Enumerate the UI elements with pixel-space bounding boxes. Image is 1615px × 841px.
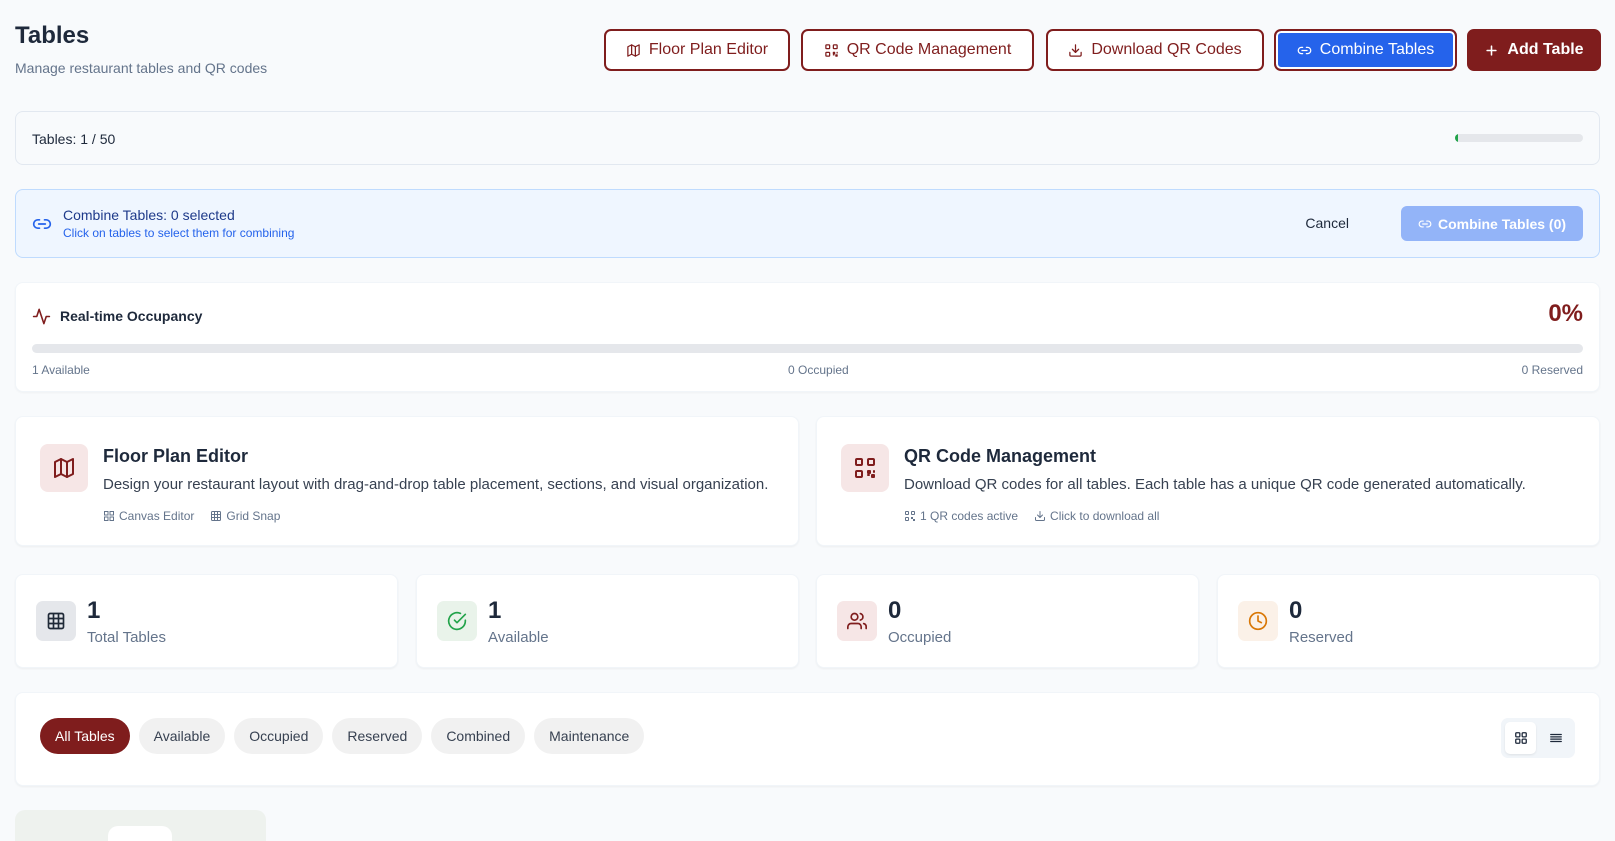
stat-available-value: 1	[488, 597, 502, 624]
floor-plan-editor-button[interactable]: Floor Plan Editor	[604, 29, 790, 71]
download-icon	[1035, 511, 1046, 521]
grid-view-icon	[1514, 732, 1527, 744]
list-view-icon	[1549, 733, 1562, 743]
stat-occupied-label: Occupied	[888, 629, 952, 646]
stat-total-icon-box	[36, 601, 76, 641]
occupancy-occupied: 0 Occupied	[788, 363, 849, 377]
qr-code-icon	[824, 43, 838, 57]
stat-available: 1 Available	[416, 574, 799, 668]
occupancy-available: 1 Available	[32, 363, 90, 377]
floor-plan-title: Floor Plan Editor	[103, 446, 249, 466]
stat-occupied-icon-box	[837, 601, 877, 641]
table-count-progress-fill	[1455, 134, 1458, 142]
users-icon	[847, 612, 867, 630]
filter-available[interactable]: Available	[138, 718, 226, 754]
download-icon	[1069, 43, 1083, 57]
table-card[interactable]	[15, 810, 266, 841]
table-grid-icon	[47, 612, 65, 630]
table-count-progress	[1455, 134, 1583, 142]
stat-occupied-value: 0	[888, 597, 902, 624]
combine-banner-title: Combine Tables: 0 selected	[63, 207, 235, 223]
stat-available-icon-box	[437, 601, 477, 641]
qr-tags: 1 QR codes active Click to download all	[904, 509, 1159, 523]
grid-view-button[interactable]	[1505, 722, 1536, 754]
canvas-editor-label: Canvas Editor	[119, 509, 195, 523]
qr-title: QR Code Management	[904, 446, 1097, 466]
qr-active-label: 1 QR codes active	[920, 509, 1019, 523]
filter-reserved[interactable]: Reserved	[332, 718, 423, 754]
filter-combined[interactable]: Combined	[431, 718, 526, 754]
floor-plan-icon-box	[40, 444, 88, 492]
occupancy-card: Real-time Occupancy 0% 1 Available 0 Occ…	[15, 282, 1600, 392]
grid-icon	[211, 511, 222, 521]
qr-code-management-button[interactable]: QR Code Management	[801, 29, 1034, 71]
floor-plan-editor-card[interactable]: Floor Plan Editor Design your restaurant…	[15, 416, 799, 546]
qr-icon-box	[841, 444, 889, 492]
confirm-combine-button[interactable]: Combine Tables (0)	[1401, 206, 1583, 241]
occupancy-percent: 0%	[1548, 300, 1583, 327]
floor-plan-description: Design your restaurant layout with drag-…	[103, 476, 769, 493]
cancel-combine-button[interactable]: Cancel	[1305, 215, 1349, 231]
table-filter-bar: All Tables Available Occupied Reserved C…	[15, 692, 1600, 786]
map-icon	[627, 43, 640, 57]
stat-occupied: 0 Occupied	[816, 574, 1199, 668]
qr-code-management-label: QR Code Management	[846, 41, 1012, 58]
filter-maintenance[interactable]: Maintenance	[534, 718, 645, 754]
stat-reserved-label: Reserved	[1289, 629, 1354, 646]
status-filter-tabs: All Tables Available Occupied Reserved C…	[40, 718, 645, 754]
link-icon	[1418, 220, 1432, 227]
table-count-text: Tables: 1 / 50	[32, 131, 116, 147]
stat-total-value: 1	[87, 597, 101, 624]
page-subtitle: Manage restaurant tables and QR codes	[15, 60, 268, 76]
list-view-button[interactable]	[1540, 722, 1571, 754]
confirm-combine-label: Combine Tables (0)	[1437, 215, 1567, 232]
qr-active-tag: 1 QR codes active	[904, 509, 1018, 523]
link-icon	[1297, 46, 1312, 54]
download-qr-codes-label: Download QR Codes	[1091, 41, 1242, 58]
clock-icon	[1248, 611, 1268, 631]
occupancy-title: Real-time Occupancy	[60, 308, 203, 324]
occupancy-bar	[32, 344, 1583, 353]
combine-tables-label: Combine Tables	[1319, 41, 1435, 58]
add-table-label: Add Table	[1507, 41, 1584, 58]
stat-reserved: 0 Reserved	[1217, 574, 1600, 668]
map-icon	[54, 458, 74, 478]
canvas-editor-tag: Canvas Editor	[103, 509, 194, 523]
download-all-label: Click to download all	[1050, 509, 1160, 523]
stat-reserved-value: 0	[1289, 597, 1303, 624]
combine-banner-subtitle: Click on tables to select them for combi…	[63, 226, 295, 240]
qr-code-icon	[905, 511, 915, 521]
filter-occupied[interactable]: Occupied	[234, 718, 324, 754]
activity-icon	[32, 308, 51, 325]
floor-plan-tags: Canvas Editor Grid Snap	[103, 509, 280, 523]
qr-description: Download QR codes for all tables. Each t…	[904, 476, 1526, 493]
grid-snap-label: Grid Snap	[226, 509, 281, 523]
stat-total-tables: 1 Total Tables	[15, 574, 398, 668]
layout-icon	[104, 511, 114, 521]
occupancy-reserved: 0 Reserved	[1521, 363, 1583, 377]
floor-plan-editor-label: Floor Plan Editor	[648, 41, 769, 58]
qr-code-icon	[855, 458, 875, 478]
download-qr-codes-button[interactable]: Download QR Codes	[1046, 29, 1264, 71]
view-mode-toggle	[1501, 718, 1575, 758]
download-all-tag[interactable]: Click to download all	[1034, 509, 1159, 523]
grid-snap-tag: Grid Snap	[210, 509, 280, 523]
filter-all-tables[interactable]: All Tables	[40, 718, 130, 754]
stat-total-label: Total Tables	[87, 629, 166, 646]
combine-tables-banner: Combine Tables: 0 selected Click on tabl…	[15, 189, 1600, 258]
link-icon	[32, 219, 52, 229]
stat-reserved-icon-box	[1238, 601, 1278, 641]
add-table-button[interactable]: Add Table	[1467, 29, 1601, 71]
stat-available-label: Available	[488, 629, 549, 646]
check-circle-icon	[447, 611, 467, 631]
table-card-badge	[108, 826, 172, 841]
qr-code-management-card[interactable]: QR Code Management Download QR codes for…	[816, 416, 1600, 546]
combine-tables-button[interactable]: Combine Tables	[1274, 29, 1457, 71]
page-title: Tables	[15, 22, 90, 49]
plus-icon	[1486, 44, 1498, 56]
table-count-card: Tables: 1 / 50	[15, 111, 1600, 165]
